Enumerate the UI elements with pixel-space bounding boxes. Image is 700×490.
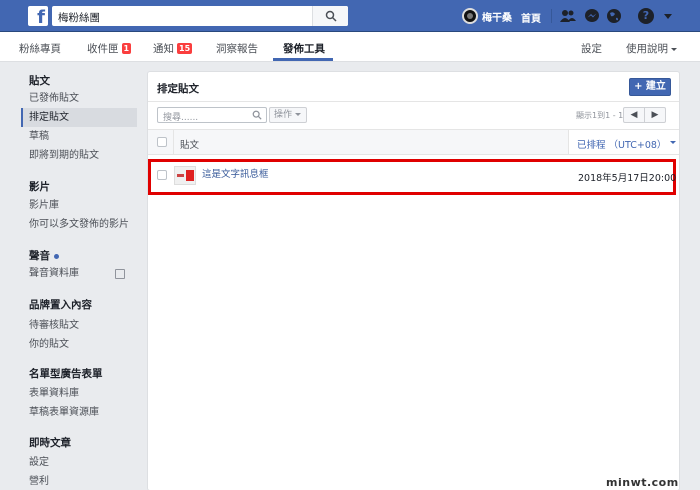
tab-publishing-tools[interactable]: 發佈工具 [283,41,325,56]
messenger-icon[interactable] [584,8,600,24]
thumbnail-mark [177,174,184,177]
tab-page[interactable]: 粉絲專頁 [19,41,61,56]
next-page-button[interactable]: ▶ [644,107,666,123]
tab-page-label: 粉絲專頁 [19,43,61,55]
search-icon [325,10,337,22]
chevron-down-icon [295,113,302,116]
tab-inbox-label: 收件匣 [87,43,119,55]
profile-link[interactable]: 梅干桑 [462,8,512,24]
sidebar-item-forms-library[interactable]: 表單資料庫 [21,384,137,403]
sidebar-heading-videos: 影片 [29,181,50,193]
help-menu[interactable]: 使用說明 [626,41,677,56]
tab-notifications-label: 通知 [153,43,174,55]
account-menu-chevron-down-icon[interactable] [664,14,672,19]
help-icon[interactable]: ? [638,8,654,24]
post-title-link[interactable]: 這是文字訊息框 [202,166,269,180]
panel-title: 排定貼文 [157,83,199,95]
globe-icon[interactable] [606,8,622,24]
sidebar-heading-sound-label: 聲音 [29,250,50,262]
sidebar-item-pending-posts[interactable]: 待審核貼文 [21,316,137,335]
page-nav: 粉絲專頁 收件匣 1 通知 15 洞察報告 發佈工具 設定 使用說明 [0,32,700,62]
search-input[interactable]: 梅粉絲團 [52,6,348,26]
tab-insights-label: 洞察報告 [216,43,258,55]
avatar [462,8,478,24]
posts-search-input[interactable]: 搜尋...... [157,107,267,123]
sort-chevron-down-icon [670,141,676,144]
new-indicator-icon [54,253,59,259]
column-divider [173,130,174,154]
search-button[interactable] [312,6,348,26]
actions-dropdown-label: 操作 [274,110,293,120]
sidebar-item-settings[interactable]: 設定 [21,453,137,472]
panel-divider [148,101,679,102]
external-link-icon[interactable] [115,269,125,279]
sidebar-item-drafts[interactable]: 草稿 [21,127,137,146]
search-icon [252,110,262,120]
table-header: 貼文 已排程 （UTC+08） [148,129,679,155]
friends-icon[interactable] [560,8,576,24]
chevron-left-icon: ◀ [630,110,638,120]
sidebar-item-draft-forms-library[interactable]: 草稿表單資源庫 [21,403,137,422]
tab-publishing-tools-label: 發佈工具 [283,43,325,55]
watermark: minwt.com [606,476,679,489]
active-tab-indicator [273,58,333,61]
home-link[interactable]: 首頁 [521,10,541,25]
previous-page-button[interactable]: ◀ [623,107,645,123]
sidebar-item-your-posts[interactable]: 你的貼文 [21,335,137,354]
column-divider [568,130,569,154]
sidebar-heading-branded-content: 品牌置入內容 [29,299,92,311]
column-header-scheduled[interactable]: 已排程 （UTC+08） [568,130,679,154]
sidebar-item-monetization[interactable]: 營利 [21,472,137,490]
chevron-right-icon: ▶ [651,110,659,120]
help-menu-label: 使用說明 [626,43,668,55]
tab-notifications[interactable]: 通知 15 [153,41,193,56]
sidebar-heading-sound: 聲音 [29,248,59,263]
topbar-divider [551,9,552,23]
top-bar: f 梅粉絲團 梅干桑 首頁 ? [0,0,700,32]
thumbnail-mark [186,170,194,181]
sidebar-item-published-posts[interactable]: 已發佈貼文 [21,89,137,108]
column-header-post[interactable]: 貼文 [180,137,199,151]
notifications-count-badge: 15 [177,43,193,54]
post-thumbnail[interactable] [174,166,196,185]
post-scheduled-time: 2018年5月17日20:00 [578,173,677,184]
sidebar-heading-posts: 貼文 [29,75,50,87]
create-button[interactable]: + 建立 [629,78,671,96]
actions-dropdown[interactable]: 操作 [269,107,307,123]
column-header-scheduled-label: 已排程 （UTC+08） [577,140,667,151]
posts-search-placeholder: 搜尋...... [163,113,199,123]
sidebar-heading-instant-articles: 即時文章 [29,437,71,449]
scheduled-posts-panel: 排定貼文 + 建立 搜尋...... 操作 顯示1到1 - 1 ◀ ▶ 貼文 已… [147,71,680,490]
chevron-down-icon [671,47,677,51]
sidebar-item-crosspostable-videos[interactable]: 你可以多文發佈的影片 [21,215,137,234]
profile-name: 梅干桑 [482,12,512,24]
search-input-value: 梅粉絲團 [58,12,100,24]
settings-link[interactable]: 設定 [581,41,602,56]
tab-inbox[interactable]: 收件匣 1 [87,41,132,56]
inbox-count-badge: 1 [121,43,132,54]
sidebar-item-video-library[interactable]: 影片庫 [21,196,137,215]
sidebar-heading-lead-ads-forms: 名單型廣告表單 [29,368,103,380]
facebook-logo-icon[interactable]: f [28,6,48,27]
sidebar-item-scheduled-posts[interactable]: 排定貼文 [21,108,137,127]
row-checkbox[interactable] [157,170,167,180]
pagination-summary: 顯示1到1 - 1 [576,111,624,120]
tab-insights[interactable]: 洞察報告 [216,41,258,56]
select-all-checkbox[interactable] [157,137,167,147]
sidebar-item-expiring-posts[interactable]: 即將到期的貼文 [21,146,137,165]
